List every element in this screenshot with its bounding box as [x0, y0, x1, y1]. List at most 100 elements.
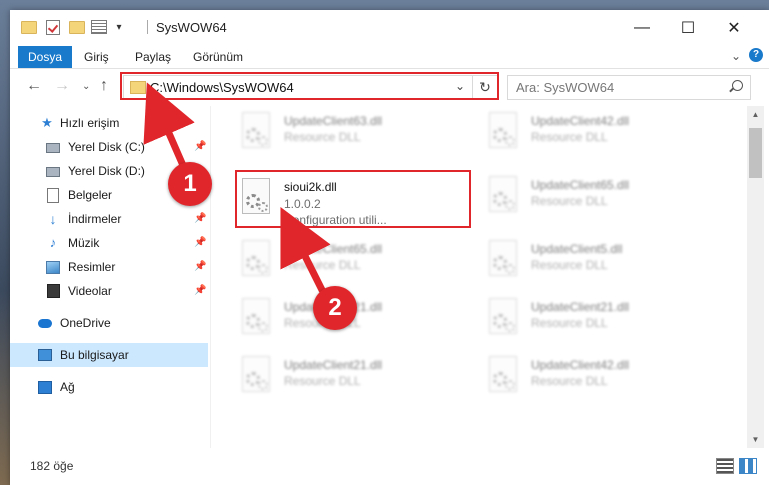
customize-icon[interactable]: [90, 18, 108, 36]
sidebar-item-onedrive[interactable]: OneDrive: [10, 311, 208, 335]
file-name: UpdateClient42.dll: [531, 358, 630, 372]
quick-access-dropdown-icon[interactable]: ▾: [110, 18, 128, 36]
sidebar-item-label: Belgeler: [68, 188, 113, 202]
file-item[interactable]: UpdateClient5.dll Resource DLL: [483, 234, 723, 290]
scroll-down-icon[interactable]: ▼: [747, 431, 764, 448]
tiles-view-icon[interactable]: [739, 458, 757, 474]
properties-check-icon[interactable]: [44, 18, 62, 36]
sidebar-item-videos[interactable]: Videolar 📌: [10, 279, 208, 303]
file-description: Resource DLL: [531, 194, 608, 208]
window-title: SysWOW64: [156, 20, 227, 35]
back-arrow-icon[interactable]: ←: [26, 77, 42, 95]
dll-file-icon: [238, 298, 272, 340]
file-description: Resource DLL: [531, 130, 608, 144]
folder-icon: [20, 18, 38, 36]
drive-icon: [46, 164, 60, 178]
pin-icon[interactable]: 📌: [194, 231, 206, 255]
pin-icon[interactable]: 📌: [194, 255, 206, 279]
file-description: Resource DLL: [531, 316, 608, 330]
file-item[interactable]: UpdateClient21.dll Resource DLL: [483, 292, 723, 348]
sidebar-item-label: Yerel Disk (C:): [68, 140, 145, 154]
sidebar-item-network[interactable]: Ağ: [10, 375, 208, 399]
title-separator: [147, 20, 148, 34]
sidebar-item-quick-access[interactable]: ★ Hızlı erişim: [10, 111, 208, 135]
new-folder-icon[interactable]: [68, 18, 86, 36]
file-name: UpdateClient21.dll: [284, 358, 383, 372]
search-icon[interactable]: [732, 80, 743, 91]
close-button[interactable]: ✕: [711, 10, 757, 46]
item-count: 182 öğe: [30, 459, 74, 473]
videos-icon: [46, 284, 60, 298]
sidebar-item-label: OneDrive: [60, 316, 111, 330]
documents-icon: [46, 187, 60, 203]
computer-icon: [38, 348, 52, 362]
minimize-button[interactable]: —: [619, 10, 665, 46]
tab-share[interactable]: Paylaş: [125, 46, 181, 68]
scroll-thumb[interactable]: [749, 128, 762, 178]
address-highlight-box: [120, 72, 499, 100]
maximize-button[interactable]: ☐: [665, 10, 711, 46]
sidebar-item-pictures[interactable]: Resimler 📌: [10, 255, 208, 279]
file-description: Resource DLL: [531, 374, 608, 388]
ribbon-tabs: Dosya Giriş Paylaş Görünüm ⌄ ?: [10, 46, 769, 69]
dll-file-icon: [485, 176, 519, 218]
file-name: UpdateClient42.dll: [531, 114, 630, 128]
file-item[interactable]: UpdateClient21.dll Resource DLL: [236, 350, 476, 406]
file-item[interactable]: UpdateClient21.dll Resource DLL: [236, 292, 476, 348]
status-bar: 182 öğe: [10, 451, 769, 481]
search-input[interactable]: Ara: SysWOW64: [516, 80, 614, 95]
dll-file-icon: [485, 240, 519, 282]
tab-file[interactable]: Dosya: [18, 46, 73, 68]
file-name: UpdateClient5.dll: [531, 242, 623, 256]
sidebar-item-label: Ağ: [60, 380, 75, 394]
file-description: Resource DLL: [531, 258, 608, 272]
network-icon: [38, 380, 52, 394]
pin-icon[interactable]: 📌: [194, 279, 206, 303]
scroll-up-icon[interactable]: ▲: [747, 106, 764, 123]
forward-arrow-icon[interactable]: →: [54, 77, 70, 95]
title-bar: ▾ SysWOW64 — ☐ ✕: [10, 10, 769, 46]
tab-view[interactable]: Görünüm: [183, 46, 253, 68]
vertical-scrollbar[interactable]: ▲ ▼: [747, 106, 764, 448]
file-item[interactable]: UpdateClient65.dll Resource DLL: [483, 170, 723, 226]
dll-file-icon: [485, 298, 519, 340]
sidebar-item-music[interactable]: ♪ Müzik 📌: [10, 231, 208, 255]
sidebar-item-label: Hızlı erişim: [60, 116, 120, 130]
expand-ribbon-icon[interactable]: ⌄: [731, 49, 741, 63]
file-item[interactable]: UpdateClient42.dll Resource DLL: [483, 350, 723, 406]
file-name: UpdateClient65.dll: [284, 242, 383, 256]
pictures-icon: [46, 260, 60, 274]
details-view-icon[interactable]: [716, 458, 734, 474]
dll-file-icon: [485, 356, 519, 398]
sidebar-item-label: Videolar: [68, 284, 112, 298]
file-name: UpdateClient21.dll: [531, 300, 630, 314]
pin-icon[interactable]: 📌: [194, 135, 206, 159]
sidebar-item-label: Müzik: [68, 236, 100, 250]
sidebar-item-this-pc[interactable]: Bu bilgisayar: [10, 343, 208, 367]
explorer-window: ▾ SysWOW64 — ☐ ✕ Dosya Giriş Paylaş Görü…: [10, 10, 769, 485]
sidebar-item-label: Bu bilgisayar: [60, 348, 129, 362]
search-box[interactable]: Ara: SysWOW64: [507, 75, 751, 100]
tab-home[interactable]: Giriş: [74, 46, 119, 68]
music-icon: ♪: [49, 235, 57, 250]
file-item[interactable]: UpdateClient42.dll Resource DLL: [483, 106, 723, 162]
sidebar-item-label: Resimler: [68, 260, 116, 274]
callout-step-2: 2: [313, 286, 357, 330]
sidebar-item-local-disk-c[interactable]: Yerel Disk (C:) 📌: [10, 135, 208, 159]
cloud-icon: [38, 316, 52, 330]
help-icon[interactable]: ?: [749, 48, 763, 62]
up-arrow-icon[interactable]: ↑: [100, 77, 108, 95]
star-icon: ★: [41, 115, 53, 130]
file-item[interactable]: UpdateClient63.dll Resource DLL: [236, 106, 476, 162]
pane-divider[interactable]: [210, 106, 211, 448]
callout-step-1: 1: [168, 162, 212, 206]
dll-file-icon: [238, 356, 272, 398]
file-description: Resource DLL: [284, 258, 361, 272]
recent-locations-icon[interactable]: ⌄: [82, 81, 90, 92]
pin-icon[interactable]: 📌: [194, 207, 206, 231]
file-item[interactable]: UpdateClient65.dll Resource DLL: [236, 234, 476, 290]
dll-file-icon: [238, 240, 272, 282]
navigation-pane: ★ Hızlı erişim Yerel Disk (C:) 📌 Yerel D…: [10, 106, 208, 448]
sidebar-item-downloads[interactable]: ↓ İndirmeler 📌: [10, 207, 208, 231]
sidebar-item-label: İndirmeler: [68, 212, 122, 226]
